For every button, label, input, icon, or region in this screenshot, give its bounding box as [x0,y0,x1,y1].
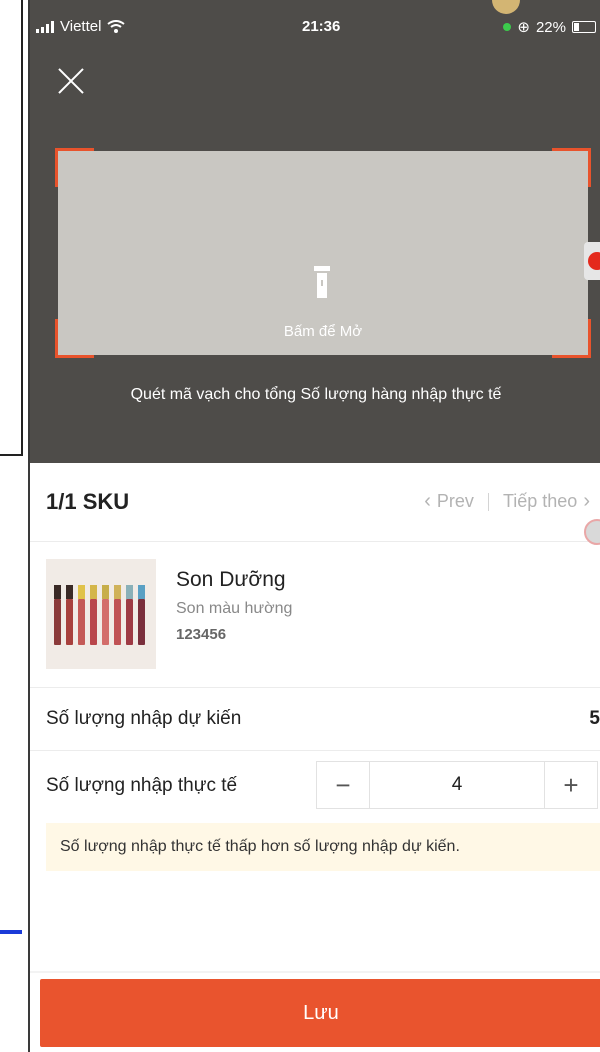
status-right: ⊕ 22% [503,18,596,36]
status-left: Viettel [36,18,126,35]
camera-view: Viettel 21:36 ⊕ 22% Bấm để Mở Quét mã vạ… [30,0,600,463]
floating-apple-icon[interactable] [584,242,600,280]
close-icon[interactable] [56,66,86,96]
scan-frame: Bấm để Mở [55,148,591,358]
wifi-icon [107,20,126,33]
battery-percent: 22% [535,18,566,36]
green-dot-icon [503,23,512,31]
quantity-input[interactable]: 4 [370,762,544,808]
chevron-left-icon[interactable]: ‹ [424,490,431,513]
product-name: Son Dưỡng [176,568,286,591]
status-bar: Viettel 21:36 ⊕ 22% [30,0,600,40]
sku-count: 1/1 SKU [46,489,130,514]
corner-marker [552,148,591,187]
signal-icon [36,20,54,33]
sku-header: 1/1 SKU ‹ Prev Tiếp theo › [30,463,600,545]
detail-sheet: 1/1 SKU ‹ Prev Tiếp theo › Son Dưỡng Son… [30,463,600,1052]
prev-button[interactable]: Prev [437,491,474,512]
actual-qty-label: Số lượng nhập thực tế [46,775,238,796]
scan-hint: Quét mã vạch cho tổng Số lượng hàng nhập… [130,386,502,403]
left-panel-border [0,0,23,456]
flashlight-label[interactable]: Bấm để Mở [58,323,588,340]
product-thumbnail [46,559,156,669]
footer-divider [30,971,600,973]
actual-qty-row: Số lượng nhập thực tế − 4 + [30,751,600,823]
chevron-right-icon[interactable]: › [583,490,590,513]
decrement-button[interactable]: − [317,762,370,808]
expected-qty-value: 5 [589,708,600,729]
phone-screen: Viettel 21:36 ⊕ 22% Bấm để Mở Quét mã vạ… [28,0,600,1052]
left-page-fragment [0,0,27,1052]
sku-nav: ‹ Prev Tiếp theo › [418,490,596,513]
carrier-name: Viettel [60,18,102,35]
product-code: 123456 [176,626,227,643]
status-time: 21:36 [302,18,341,35]
rotation-lock-icon: ⊕ [517,19,530,36]
blue-dash [0,930,22,934]
quantity-warning: Số lượng nhập thực tế thấp hơn số lượng … [46,823,600,871]
expected-qty-label: Số lượng nhập dự kiến [46,708,242,729]
save-button[interactable]: Lưu [40,979,600,1047]
product-variant: Son màu hường [176,600,293,617]
flashlight-icon[interactable] [314,266,330,300]
next-button[interactable]: Tiếp theo [503,491,577,512]
corner-marker [55,148,94,187]
nav-divider [487,492,489,511]
quantity-stepper: − 4 + [316,761,598,809]
expected-qty-row: Số lượng nhập dự kiến 5 [30,688,600,751]
increment-button[interactable]: + [544,762,597,808]
product-card: Son Dưỡng Son màu hường 123456 [30,542,600,688]
battery-icon [572,21,596,33]
